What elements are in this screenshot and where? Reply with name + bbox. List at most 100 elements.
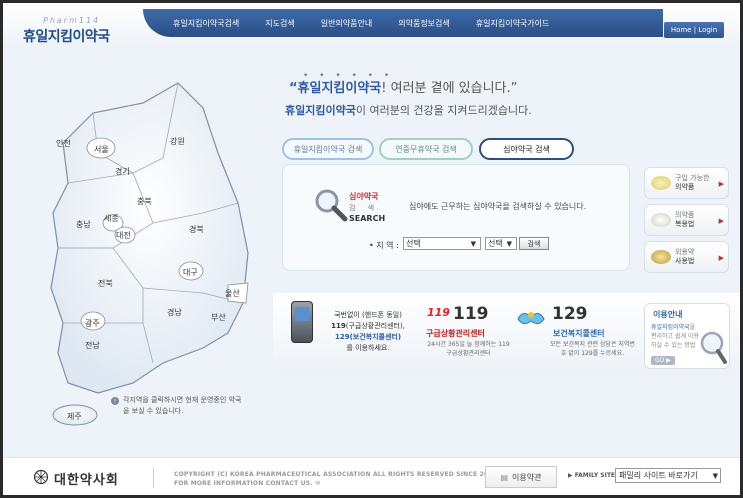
119-description: 24시간 365일 늘 함께하는 119 구급상황관리센터 — [427, 341, 510, 357]
slogan-line2: 휴일지킴이약국이 여러분의 건강을 지켜드리겠습니다. — [285, 102, 532, 118]
129-title: 보건복지콜센터 — [553, 329, 605, 338]
chevron-down-icon: ▼ — [712, 471, 718, 480]
purchasable-drugs-button[interactable]: 구입 가능한 의약품 ▶ — [644, 167, 729, 199]
mail-icon[interactable]: ✉ — [315, 480, 320, 487]
main-nav: 휴일지킴이약국검색 지도검색 일반의약품안내 의약품정보검색 휴일지킴이약국가이… — [143, 9, 663, 37]
tab-holiday-pharmacy[interactable]: 휴일지킴이약국 검색 — [282, 138, 374, 160]
kpa-emblem-icon — [33, 469, 49, 485]
home-login-button[interactable]: Home | Login — [664, 22, 724, 38]
slogan-line1: “휴일지킴이약국! 여러분 곁에 있습니다.” — [289, 77, 517, 96]
119-title: 구급상황관리센터 — [426, 329, 485, 338]
province-select[interactable]: 선택 ▼ — [403, 237, 481, 250]
guide-title: 이용안내 — [653, 310, 683, 319]
magnifier-icon — [315, 189, 348, 222]
ointment-icon — [651, 250, 671, 264]
family-site-select[interactable]: 패밀리 사이트 바로가기 ▼ — [615, 468, 721, 483]
slogan-line2-highlight: 휴일지킴이약국 — [285, 104, 356, 117]
slogan-line1-highlight: “휴일지킴이약국 — [289, 81, 382, 96]
header: Pharm114 휴일지킴이약국 휴일지킴이약국검색 지도검색 일반의약품안내 … — [3, 3, 740, 46]
chevron-down-icon: ▼ — [470, 239, 476, 248]
province-select-value: 선택 — [406, 239, 421, 248]
tab-night-pharmacy[interactable]: 심야약국 검색 — [479, 138, 574, 160]
119-number: 119 — [453, 304, 489, 324]
slogan-line2-rest: 이 여러분의 건강을 지켜드리겠습니다. — [355, 104, 532, 117]
region-ulsan[interactable]: 울산 — [225, 288, 240, 299]
mainland-shape[interactable] — [50, 82, 249, 394]
drug-dosage-button[interactable]: 의약품 복용법 ▶ — [644, 204, 729, 236]
nav-item-map-search[interactable]: 지도검색 — [265, 18, 294, 29]
side-button-label: 의약품 복용법 — [675, 211, 694, 229]
region-seoul[interactable]: 서울 — [94, 144, 109, 155]
nav-item-drug-search[interactable]: 의약품정보검색 — [398, 18, 450, 29]
side-button-main: 복용법 — [675, 220, 695, 228]
nav-item-holiday-search[interactable]: 휴일지킴이약국검색 — [173, 18, 239, 29]
region-chungnam[interactable]: 충남 — [76, 219, 91, 230]
arrow-right-icon: ▶ — [718, 254, 724, 262]
119-logo-icon: 119 — [427, 306, 450, 319]
korea-map-graphic — [50, 82, 249, 426]
side-button-label: 구입 가능한 의약품 — [675, 174, 709, 192]
region-daegu[interactable]: 대구 — [183, 267, 198, 278]
mobile-phone-icon — [291, 301, 313, 343]
kpa-logo[interactable]: 대한약사회 — [54, 469, 119, 488]
region-gangwon[interactable]: 강원 — [170, 136, 185, 147]
usage-guide-box[interactable]: 이용안내 휴일지킴이약국을 편리하고 쉽게 이용하실 수 있는 방법 GO ▶ — [644, 303, 730, 369]
search-description: 심야에도 근무하는 심야약국을 검색하실 수 있습니다. — [409, 202, 587, 211]
129-description: 모든 보건복지 관련 상담은 지역번호 없이 129를 누르세요. — [550, 341, 635, 357]
guide-desc-highlight: 휴일지킴이약국 — [651, 324, 690, 331]
city-select[interactable]: 선택 ▼ — [485, 237, 517, 250]
copyright-line2: FOR MORE INFORMATION CONTACT US. — [174, 480, 313, 487]
side-button-main: 의약품 — [675, 183, 695, 191]
pill-icon — [651, 176, 671, 190]
search-subtitle: 검 색 — [349, 204, 380, 212]
medicine-cup-icon — [651, 213, 671, 227]
map-note: › 각지역을 클릭하시면 현재 운영중인 약국을 보실 수 있습니다. — [111, 395, 243, 417]
search-en-label: SEARCH — [349, 214, 386, 223]
footer-divider — [153, 468, 154, 488]
side-button-top: 의약품 — [675, 211, 695, 219]
terms-label: 이용약관 — [512, 472, 542, 482]
slogan-line1-rest: ! 여러분 곁에 있습니다.” — [381, 81, 518, 96]
region-sejong[interactable]: 세종 — [104, 213, 119, 224]
search-button[interactable]: 검색 — [519, 237, 549, 250]
side-button-top: 외용약 — [675, 248, 695, 256]
region-gyeonggi[interactable]: 경기 — [115, 166, 130, 177]
side-button-label: 외용약 사용법 — [675, 248, 694, 266]
region-chungbuk[interactable]: 충북 — [137, 196, 152, 207]
region-busan[interactable]: 부산 — [211, 312, 226, 323]
region-jeju[interactable]: 제주 — [67, 411, 82, 422]
external-medicine-button[interactable]: 외용약 사용법 ▶ — [644, 241, 729, 273]
region-gwangju[interactable]: 광주 — [85, 318, 100, 329]
129-logo-icon — [517, 312, 545, 325]
info-icon: › — [111, 397, 119, 405]
city-select-value: 선택 — [488, 239, 503, 248]
document-icon: ▤ — [500, 472, 509, 482]
region-label: • 지 역 : — [369, 241, 399, 250]
map-note-text: 각지역을 클릭하시면 현재 운영중인 약국을 보실 수 있습니다. — [123, 396, 242, 415]
night-pharmacy-search-panel: 심야약국 검 색 SEARCH 심야에도 근무하는 심야약국을 검색하실 수 있… — [282, 164, 630, 271]
family-site-value: 패밀리 사이트 바로가기 — [619, 471, 698, 480]
phone-line2: (구급상황관리센터), — [345, 322, 405, 330]
region-jeonbuk[interactable]: 전북 — [98, 278, 113, 289]
go-button[interactable]: GO ▶ — [651, 356, 675, 365]
magnifier-icon — [700, 331, 727, 364]
terms-button[interactable]: ▤ 이용약관 — [485, 466, 557, 488]
nav-item-guide[interactable]: 휴일지킴이약국가이드 — [476, 18, 550, 29]
tab-yearround-pharmacy[interactable]: 연중무휴약국 검색 — [379, 138, 473, 160]
family-site-label: ▶ FAMILY SITE — [568, 472, 616, 479]
footer: 대한약사회 COPYRIGHT (C) KOREA PHARMACEUTICAL… — [3, 457, 740, 495]
copyright: COPYRIGHT (C) KOREA PHARMACEUTICAL ASSOC… — [174, 470, 497, 488]
phone-line4: 를 이용하세요. — [346, 344, 390, 352]
region-gyeongbuk[interactable]: 경북 — [189, 224, 204, 235]
region-incheon[interactable]: 인천 — [56, 138, 71, 149]
site-logo[interactable]: 휴일지킴이약국 — [23, 26, 110, 46]
region-daejeon[interactable]: 대전 — [116, 230, 131, 241]
region-jeonnam[interactable]: 전남 — [85, 340, 100, 351]
search-title: 심야약국 — [349, 192, 379, 201]
korea-map: 인천 서울 경기 강원 충북 충남 세종 대전 경북 대구 전북 울산 경남 부… — [3, 63, 273, 443]
phone-line1: 국번없이 (핸드폰 동일) — [334, 311, 402, 319]
region-gyeongnam[interactable]: 경남 — [167, 307, 182, 318]
side-button-main: 사용법 — [675, 257, 695, 265]
nav-item-otc-info[interactable]: 일반의약품안내 — [321, 18, 373, 29]
arrow-right-icon: ▶ — [718, 180, 724, 188]
